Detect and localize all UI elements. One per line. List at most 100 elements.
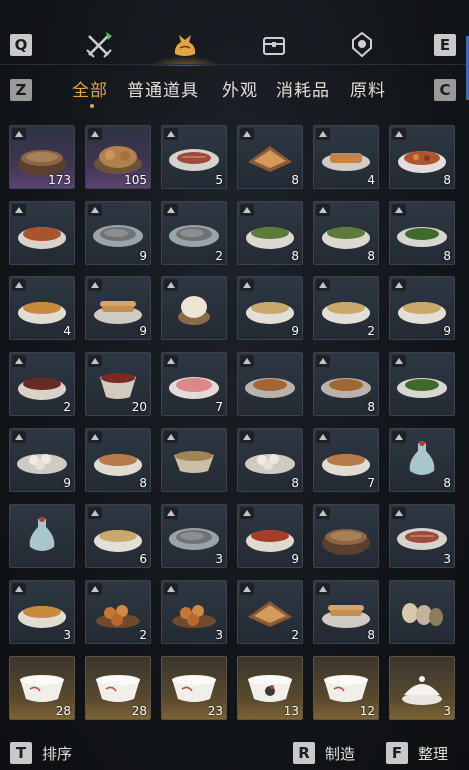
- upgrade-tag-icon: [240, 128, 254, 140]
- inventory-slot[interactable]: 6: [85, 504, 151, 568]
- item-count: 12: [359, 704, 375, 718]
- inventory-slot[interactable]: 9: [85, 276, 151, 340]
- upgrade-tag-icon: [316, 279, 330, 291]
- inventory-slot[interactable]: 8: [389, 125, 455, 189]
- category-consumables[interactable]: 消耗品: [276, 76, 330, 101]
- item-count: 9: [291, 552, 299, 566]
- prev-category-key[interactable]: Z: [10, 79, 32, 101]
- inventory-slot[interactable]: 9: [389, 276, 455, 340]
- sliced-meat-plate-icon: [169, 149, 219, 171]
- inventory-slot[interactable]: 8: [237, 125, 303, 189]
- category-appearance[interactable]: 外观: [222, 76, 258, 101]
- sliced-meat-plate-icon: [397, 528, 447, 550]
- inventory-slot[interactable]: 3: [389, 504, 455, 568]
- upgrade-tag-icon: [12, 128, 26, 140]
- inventory-slot[interactable]: 7: [313, 428, 379, 492]
- item-count: 9: [63, 476, 71, 490]
- inventory-slot[interactable]: 4: [313, 125, 379, 189]
- upgrade-tag-icon: [12, 279, 26, 291]
- inventory-slot[interactable]: [313, 504, 379, 568]
- inventory-slot[interactable]: 2: [9, 352, 75, 416]
- inventory-slot[interactable]: 2: [313, 276, 379, 340]
- category-normal-items[interactable]: 普通道具: [127, 76, 199, 101]
- inventory-slot[interactable]: 3: [161, 504, 227, 568]
- inventory-slot[interactable]: 13: [237, 656, 303, 720]
- organize-key[interactable]: F: [386, 742, 408, 764]
- inventory-slot[interactable]: 9: [85, 201, 151, 265]
- inventory-slot[interactable]: 8: [313, 201, 379, 265]
- inventory-slot[interactable]: 105: [85, 125, 151, 189]
- inventory-slot[interactable]: 3: [9, 580, 75, 644]
- upgrade-tag-icon: [392, 355, 406, 367]
- category-bar: Z 全部 普通道具 外观 消耗品 原料 C: [0, 76, 469, 108]
- spicy-bowl-icon: [246, 530, 294, 552]
- inventory-slot[interactable]: 3: [161, 580, 227, 644]
- inventory-slot[interactable]: 8: [237, 201, 303, 265]
- inventory-slot[interactable]: 20: [85, 352, 151, 416]
- tea-bowl-icon: [174, 451, 214, 473]
- inventory-slot[interactable]: [9, 504, 75, 568]
- clay-pot-stew-icon: [322, 529, 370, 555]
- category-materials[interactable]: 原料: [350, 76, 386, 101]
- item-count: 8: [139, 476, 147, 490]
- item-count: 5: [215, 173, 223, 187]
- next-category-key[interactable]: C: [434, 79, 456, 101]
- inventory-slot[interactable]: [161, 276, 227, 340]
- inventory-slot[interactable]: 2: [237, 580, 303, 644]
- craft-label[interactable]: 制造: [325, 743, 355, 764]
- inventory-slot[interactable]: 12: [313, 656, 379, 720]
- weapons-tab[interactable]: [82, 28, 116, 62]
- next-tab-key[interactable]: E: [434, 34, 456, 56]
- upgrade-tag-icon: [12, 204, 26, 216]
- sort-key[interactable]: T: [10, 742, 32, 764]
- inventory-slot[interactable]: 9: [237, 504, 303, 568]
- inventory-slot[interactable]: [389, 580, 455, 644]
- inventory-slot[interactable]: 8: [85, 428, 151, 492]
- inventory-slot[interactable]: 8: [389, 201, 455, 265]
- inventory-slot[interactable]: 2: [161, 201, 227, 265]
- sort-label[interactable]: 排序: [42, 743, 72, 764]
- chest-tab[interactable]: [257, 28, 291, 62]
- upgrade-tag-icon: [164, 507, 178, 519]
- inventory-slot[interactable]: 23: [161, 656, 227, 720]
- inventory-slot[interactable]: 173: [9, 125, 75, 189]
- inventory-slot[interactable]: [389, 352, 455, 416]
- craft-key[interactable]: R: [293, 742, 315, 764]
- braised-plate-icon: [321, 378, 371, 398]
- prev-tab-key[interactable]: Q: [10, 34, 32, 56]
- inventory-slot[interactable]: 7: [161, 352, 227, 416]
- fish-plate-icon: [169, 528, 219, 550]
- inventory-slot[interactable]: 4: [9, 276, 75, 340]
- item-count: 8: [367, 400, 375, 414]
- covered-bowl-icon: [402, 676, 442, 705]
- inventory-slot[interactable]: 8: [237, 428, 303, 492]
- inventory-slot[interactable]: 8: [313, 580, 379, 644]
- upgrade-tag-icon: [164, 431, 178, 443]
- category-all[interactable]: 全部: [72, 76, 108, 101]
- inventory-slot[interactable]: 5: [161, 125, 227, 189]
- inventory-slot[interactable]: [161, 428, 227, 492]
- inventory-slot[interactable]: 9: [237, 276, 303, 340]
- red-soup-cup-icon: [100, 373, 136, 399]
- inventory-slot[interactable]: [237, 352, 303, 416]
- inventory-slot[interactable]: 9: [9, 428, 75, 492]
- upgrade-tag-icon: [316, 204, 330, 216]
- inventory-slot[interactable]: [9, 201, 75, 265]
- item-count: 2: [63, 400, 71, 414]
- upgrade-tag-icon: [88, 583, 102, 595]
- inventory-slot[interactable]: 3: [389, 656, 455, 720]
- gem-tab[interactable]: [345, 28, 379, 62]
- bottom-action-bar: T 排序 R 制造 F 整理: [0, 738, 469, 768]
- meat-bowl-icon: [322, 454, 370, 476]
- item-count: 9: [139, 249, 147, 263]
- item-count: 2: [367, 324, 375, 338]
- inventory-slot[interactable]: 2: [85, 580, 151, 644]
- inventory-slot[interactable]: 8: [389, 428, 455, 492]
- inventory-slot[interactable]: 28: [9, 656, 75, 720]
- upgrade-tag-icon: [88, 507, 102, 519]
- noodle-bowl-icon: [94, 530, 142, 552]
- item-count: 8: [291, 249, 299, 263]
- inventory-slot[interactable]: 8: [313, 352, 379, 416]
- inventory-slot[interactable]: 28: [85, 656, 151, 720]
- organize-label[interactable]: 整理: [418, 743, 448, 764]
